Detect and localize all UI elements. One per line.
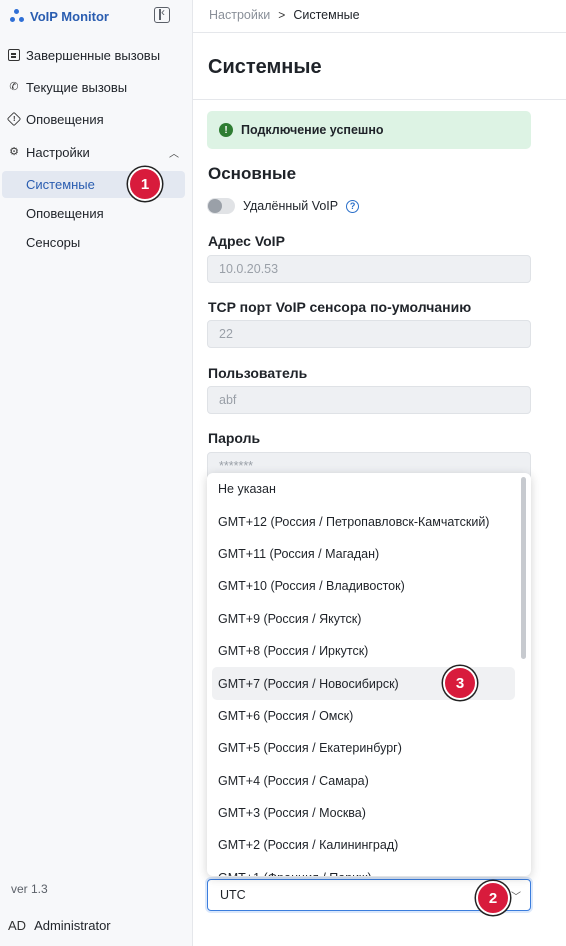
step-badge-3: 3 — [443, 666, 477, 700]
voip-address-label: Адрес VoIP — [208, 233, 285, 249]
tcp-port-label: TCP порт VoIP сенсора по-умолчанию — [208, 299, 472, 315]
toggle-label: Удалённый VoIP — [243, 199, 339, 213]
main-content: Настройки > Системные Системные ! Подклю… — [193, 0, 566, 946]
divider — [193, 32, 566, 33]
document-icon — [8, 49, 20, 61]
sidebar-item-settings[interactable]: ⚙ Настройки — [8, 140, 90, 164]
alert-icon: ! — [6, 111, 22, 127]
remote-voip-toggle[interactable] — [207, 198, 235, 214]
timezone-dropdown-list: Не указан GMT+12 (Россия / Петропавловск… — [207, 473, 531, 876]
timezone-select-value: UTC — [220, 888, 246, 902]
password-label: Пароль — [208, 430, 261, 446]
breadcrumb: Настройки > Системные — [209, 8, 360, 22]
scrollbar[interactable] — [521, 477, 526, 659]
sidebar-subitem-sensors[interactable]: Сенсоры — [0, 229, 185, 256]
timezone-option[interactable]: GMT+9 (Россия / Якутск) — [207, 603, 531, 635]
divider — [193, 99, 566, 100]
remote-voip-toggle-row: Удалённый VoIP ? — [207, 198, 360, 214]
breadcrumb-separator: > — [278, 8, 286, 22]
timezone-option[interactable]: GMT+5 (Россия / Екатеринбург) — [207, 732, 531, 764]
step-badge-1: 1 — [128, 167, 162, 201]
success-alert: ! Подключение успешно — [207, 111, 531, 149]
section-title: Основные — [208, 164, 297, 183]
alert-text: Подключение успешно — [241, 123, 384, 137]
sidebar-item-label: Оповещения — [26, 111, 104, 127]
breadcrumb-parent[interactable]: Настройки — [209, 8, 270, 22]
phone-icon: ✆ — [9, 81, 19, 93]
info-icon: ! — [219, 123, 233, 137]
username-label: Пользователь — [208, 365, 308, 381]
voip-address-field[interactable]: 10.0.20.53 — [207, 255, 531, 283]
step-badge-2: 2 — [476, 881, 510, 915]
sidebar-item-current-calls[interactable]: ✆ Текущие вызовы — [8, 75, 127, 99]
timezone-option[interactable]: GMT+2 (Россия / Калининград) — [207, 829, 531, 861]
timezone-option[interactable]: GMT+12 (Россия / Петропавловск-Камчатски… — [207, 505, 531, 537]
brand[interactable]: VoIP Monitor — [10, 6, 109, 26]
sidebar-item-label: Текущие вызовы — [26, 79, 128, 95]
help-icon[interactable]: ? — [346, 199, 360, 213]
timezone-option[interactable]: GMT+1 (Франция / Париж) — [207, 862, 531, 876]
settings-icon: ⚙ — [9, 146, 19, 158]
timezone-option[interactable]: GMT+4 (Россия / Самара) — [207, 765, 531, 797]
chevron-down-icon[interactable]: ﹀ — [511, 888, 521, 903]
sidebar-subitem-alerts[interactable]: Оповещения — [0, 200, 185, 227]
timezone-option[interactable]: Не указан — [207, 473, 531, 505]
app-title: VoIP Monitor — [30, 8, 109, 24]
timezone-option[interactable]: GMT+8 (Россия / Иркутск) — [207, 635, 531, 667]
tcp-port-field[interactable]: 22 — [207, 320, 531, 348]
sidebar-item-alerts[interactable]: ! Оповещения — [6, 107, 104, 131]
breadcrumb-current: Системные — [293, 8, 360, 22]
collapse-sidebar-icon[interactable] — [154, 5, 170, 23]
page-title: Системные — [208, 56, 322, 78]
sidebar-item-completed-calls[interactable]: Завершенные вызовы — [8, 43, 160, 67]
timezone-option[interactable]: GMT+6 (Россия / Омск) — [207, 700, 531, 732]
timezone-option[interactable]: GMT+11 (Россия / Магадан) — [207, 538, 531, 570]
username-field[interactable]: abf — [207, 386, 531, 414]
user-name: Administrator — [34, 918, 111, 933]
chevron-up-icon[interactable]: ︿ — [169, 145, 179, 160]
network-logo-icon — [10, 9, 24, 23]
sidebar-item-label: Завершенные вызовы — [26, 47, 161, 63]
sidebar-item-label: Настройки — [26, 144, 90, 160]
sidebar: VoIP Monitor Завершенные вызовы ✆ Текущи… — [0, 0, 193, 946]
user-menu[interactable]: AD Administrator — [8, 918, 111, 933]
avatar: AD — [8, 918, 27, 933]
timezone-option[interactable]: GMT+3 (Россия / Москва) — [207, 797, 531, 829]
timezone-option[interactable]: GMT+10 (Россия / Владивосток) — [207, 570, 531, 602]
version-label: ver 1.3 — [11, 882, 48, 896]
